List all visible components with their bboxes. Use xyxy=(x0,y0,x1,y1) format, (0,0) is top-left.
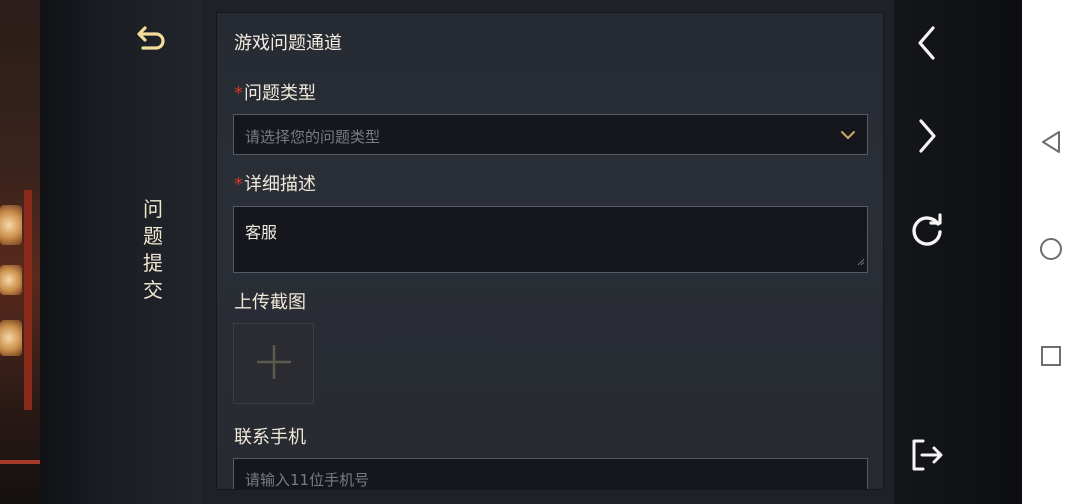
exit-button[interactable] xyxy=(902,432,952,482)
form-container: 游戏问题通道 *问题类型 请选择您的问题类型 *详细描述 客服 上传截图 联系手… xyxy=(202,0,894,504)
details-label: *详细描述 xyxy=(234,170,316,196)
refresh-icon xyxy=(909,213,945,253)
phone-placeholder: 请输入11位手机号 xyxy=(245,471,370,489)
back-button[interactable] xyxy=(133,24,171,58)
sidebar-title: 问题提交 xyxy=(143,197,163,302)
details-label-text: 详细描述 xyxy=(244,174,316,195)
upload-screenshot-button[interactable] xyxy=(233,323,314,404)
system-home-button[interactable] xyxy=(1036,236,1066,266)
system-recents-button[interactable] xyxy=(1036,343,1066,373)
recents-square-icon xyxy=(1040,345,1062,371)
system-back-button[interactable] xyxy=(1036,129,1066,159)
back-triangle-icon xyxy=(1040,130,1062,158)
return-arrow-icon xyxy=(136,25,168,57)
refresh-button[interactable] xyxy=(902,208,952,258)
chevron-down-icon xyxy=(839,127,857,146)
lantern-decoration xyxy=(0,265,22,295)
game-background xyxy=(0,0,40,504)
issue-type-label: *问题类型 xyxy=(234,79,316,105)
resize-grip-icon[interactable] xyxy=(857,251,865,270)
required-mark: * xyxy=(234,83,243,104)
details-value: 客服 xyxy=(245,223,278,242)
floor-line xyxy=(0,460,40,464)
system-nav-bar xyxy=(1022,0,1080,504)
next-button[interactable] xyxy=(902,113,952,163)
lantern-decoration xyxy=(0,320,22,356)
issue-type-select[interactable]: 请选择您的问题类型 xyxy=(233,114,868,155)
pillar-decoration xyxy=(24,190,32,410)
required-mark: * xyxy=(234,174,243,195)
phone-input[interactable]: 请输入11位手机号 xyxy=(233,458,868,489)
home-circle-icon xyxy=(1039,237,1063,265)
chevron-left-icon xyxy=(914,25,940,65)
feedback-form: 游戏问题通道 *问题类型 请选择您的问题类型 *详细描述 客服 上传截图 联系手… xyxy=(216,12,884,490)
exit-icon xyxy=(909,437,945,477)
chevron-right-icon xyxy=(914,118,940,158)
issue-type-label-text: 问题类型 xyxy=(244,83,316,104)
lantern-decoration xyxy=(0,205,22,245)
upload-label: 上传截图 xyxy=(234,292,306,313)
form-title: 游戏问题通道 xyxy=(234,33,342,54)
sidebar: 问题提交 xyxy=(40,0,202,504)
issue-type-placeholder: 请选择您的问题类型 xyxy=(245,128,381,146)
details-textarea[interactable]: 客服 xyxy=(233,206,868,273)
prev-button[interactable] xyxy=(902,20,952,70)
plus-icon xyxy=(256,344,292,384)
phone-label: 联系手机 xyxy=(234,427,306,448)
overlay-nav xyxy=(894,0,1024,504)
